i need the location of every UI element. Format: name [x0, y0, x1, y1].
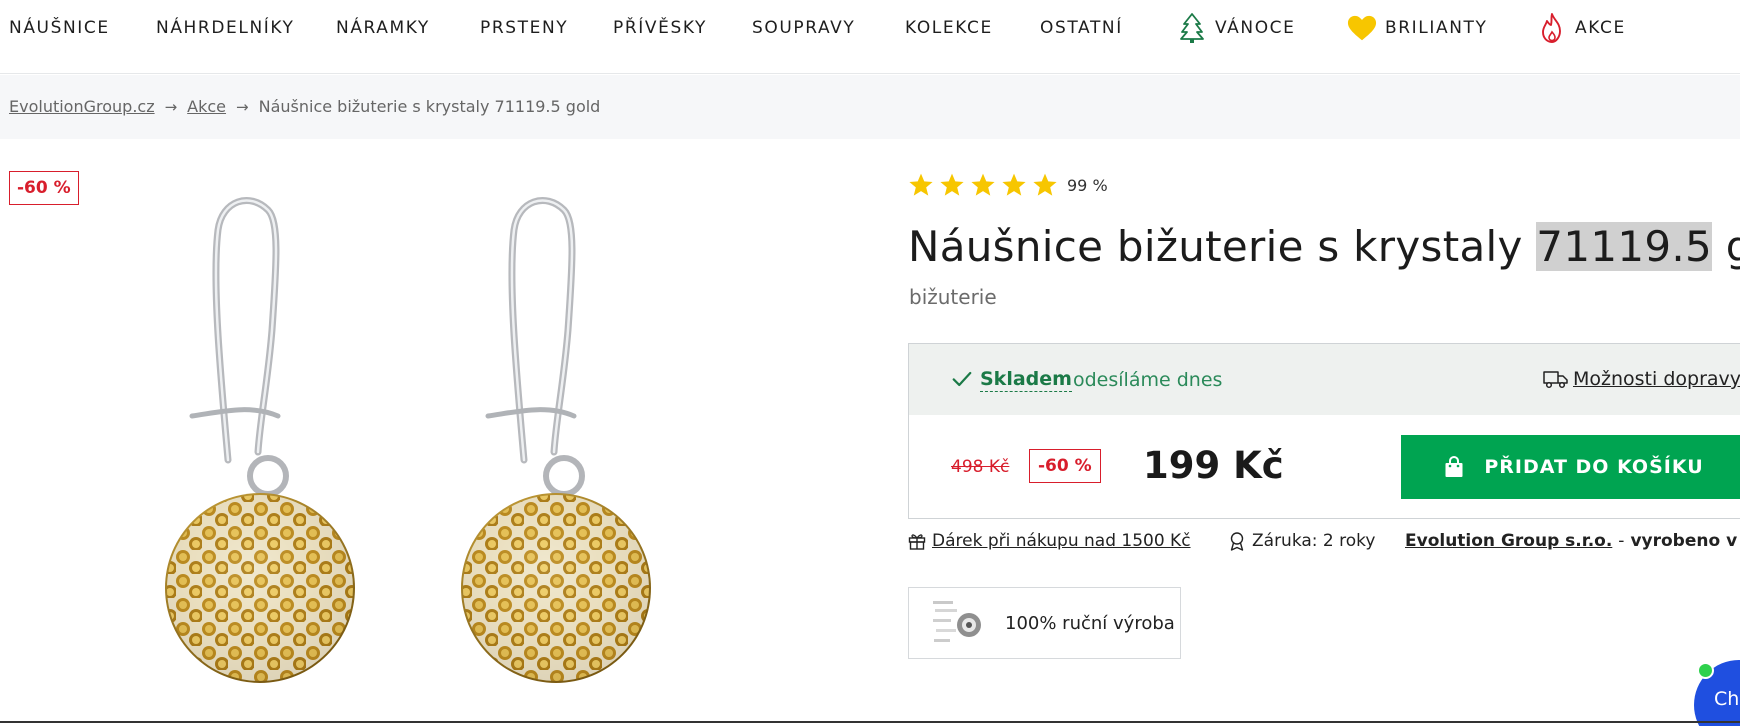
maker-info: Evolution Group s.r.o. - vyrobeno v ČR: [1405, 531, 1740, 551]
maker-separator: -: [1618, 531, 1625, 551]
nav-item-soupravy[interactable]: SOUPRAVY: [752, 17, 855, 39]
handmade-badge[interactable]: 100% ruční výroba: [908, 587, 1181, 659]
price-discount-badge: -60 %: [1029, 449, 1101, 483]
star-icon: [909, 173, 933, 196]
availability-bar: Skladem odesíláme dnes Možnosti dopravy: [909, 344, 1740, 415]
nav-item-prsteny[interactable]: PRSTENY: [480, 17, 568, 39]
truck-icon: [1543, 371, 1568, 389]
nav-item-label: KOLEKCE: [905, 18, 993, 38]
gift-icon: [908, 534, 926, 550]
product-code-highlight: 71119.5: [1536, 222, 1713, 271]
nav-item-akce[interactable]: AKCE: [1537, 11, 1626, 45]
gift-info-link[interactable]: Dárek při nákupu nad 1500 Kč: [908, 531, 1191, 551]
warranty-label: Záruka: 2 roky: [1252, 531, 1376, 551]
breadcrumb-bar: EvolutionGroup.cz → Akce → Náušnice bižu…: [0, 75, 1740, 139]
page-bottom-divider: [0, 721, 1740, 723]
chat-label: Cha: [1714, 688, 1740, 710]
tree-icon: [1177, 13, 1207, 43]
handmade-label: 100% ruční výroba: [1005, 612, 1175, 634]
gift-info-label: Dárek při nákupu nad 1500 Kč: [932, 531, 1191, 551]
nav-item-kolekce[interactable]: KOLEKCE: [905, 17, 993, 39]
nav-item-brilianty[interactable]: BRILIANTY: [1347, 11, 1488, 45]
nav-item-label: NÁUŠNICE: [9, 18, 110, 38]
product-category: bižuterie: [909, 285, 997, 309]
nav-item-privesky[interactable]: PŘÍVĚSKY: [613, 17, 707, 39]
add-to-cart-button[interactable]: PŘIDAT DO KOŠÍKU: [1401, 435, 1740, 499]
fire-icon: [1537, 13, 1567, 43]
add-to-cart-label: PŘIDAT DO KOŠÍKU: [1484, 456, 1704, 478]
maker-origin: vyrobeno v ČR: [1630, 531, 1740, 551]
product-title-suffix: gold: [1725, 222, 1740, 271]
nav-item-naramky[interactable]: NÁRAMKY: [336, 17, 430, 39]
delivery-options-link[interactable]: Možnosti dopravy: [1543, 368, 1740, 390]
star-icon: [1002, 173, 1026, 196]
product-title: Náušnice bižuterie s krystaly 71119.5 go…: [908, 222, 1740, 271]
product-rating[interactable]: 99 %: [908, 172, 1108, 198]
earring-left: [165, 197, 355, 683]
nav-item-label: BRILIANTY: [1385, 18, 1488, 38]
online-status-dot: [1697, 662, 1714, 679]
buy-box: Skladem odesíláme dnes Možnosti dopravy …: [908, 343, 1740, 519]
nav-item-ostatni[interactable]: OSTATNÍ: [1040, 17, 1123, 39]
stock-note: odesíláme dnes: [1073, 369, 1223, 391]
nav-item-nahrdelniky[interactable]: NÁHRDELNÍKY: [156, 17, 295, 39]
award-icon: [1230, 532, 1244, 551]
breadcrumb: EvolutionGroup.cz → Akce → Náušnice bižu…: [9, 97, 600, 116]
delivery-options-label: Možnosti dopravy: [1573, 368, 1740, 390]
arrow-right-icon: →: [164, 97, 178, 116]
star-icon: [940, 173, 964, 196]
shopping-bag-icon: [1445, 456, 1463, 477]
handmade-thumbnail: [933, 601, 981, 642]
nav-item-label: NÁHRDELNÍKY: [156, 18, 295, 38]
warranty-info: Záruka: 2 roky: [1228, 531, 1375, 551]
main-navigation: NÁUŠNICE NÁHRDELNÍKY NÁRAMKY PRSTENY PŘÍ…: [0, 0, 1740, 74]
breadcrumb-current: Náušnice bižuterie s krystaly 71119.5 go…: [258, 97, 601, 116]
nav-item-label: VÁNOCE: [1215, 18, 1296, 38]
nav-item-label: SOUPRAVY: [752, 18, 856, 38]
old-price: 498 Kč: [951, 457, 1010, 477]
star-icon: [1033, 173, 1057, 196]
nav-item-label: AKCE: [1575, 18, 1626, 38]
maker-company-link[interactable]: Evolution Group s.r.o.: [1405, 531, 1612, 551]
rating-value: 99 %: [1067, 175, 1108, 195]
breadcrumb-akce-link[interactable]: Akce: [187, 97, 226, 116]
nav-item-label: PŘÍVĚSKY: [613, 18, 707, 38]
arrow-right-icon: →: [236, 97, 249, 116]
nav-item-vanoce[interactable]: VÁNOCE: [1177, 11, 1295, 45]
check-icon: [952, 371, 972, 387]
star-icon: [971, 173, 995, 196]
nav-item-label: OSTATNÍ: [1040, 18, 1123, 38]
product-image[interactable]: [150, 190, 770, 720]
earring-right: [461, 197, 651, 683]
heart-icon: [1347, 13, 1377, 43]
current-price: 199 Kč: [1143, 444, 1284, 487]
nav-item-label: NÁRAMKY: [336, 18, 430, 38]
image-discount-badge: -60 %: [9, 171, 79, 205]
breadcrumb-home-link[interactable]: EvolutionGroup.cz: [9, 97, 155, 116]
nav-item-nausnice[interactable]: NÁUŠNICE: [9, 17, 110, 39]
product-title-text: Náušnice bižuterie s krystaly: [908, 222, 1537, 271]
stock-status[interactable]: Skladem: [980, 368, 1072, 392]
nav-item-label: PRSTENY: [480, 18, 569, 38]
